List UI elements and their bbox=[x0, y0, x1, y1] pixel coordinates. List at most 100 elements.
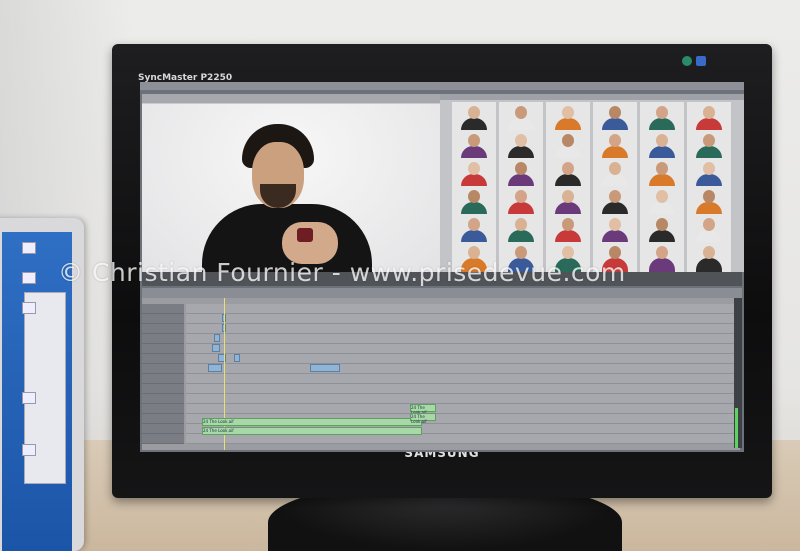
clip-browser[interactable] bbox=[440, 94, 744, 272]
clip-thumbnail[interactable] bbox=[499, 186, 543, 216]
phone bbox=[297, 228, 313, 242]
clip-thumbnail[interactable] bbox=[452, 214, 496, 244]
track-header[interactable] bbox=[142, 304, 184, 314]
energy-star-badge bbox=[682, 56, 692, 66]
video-clip[interactable] bbox=[310, 364, 340, 372]
app-menubar bbox=[140, 82, 744, 90]
clip-thumbnail[interactable] bbox=[499, 102, 543, 132]
track-header[interactable] bbox=[142, 334, 184, 344]
video-clip[interactable] bbox=[234, 354, 240, 362]
clip-thumbnail[interactable] bbox=[687, 130, 731, 160]
clip-thumbnail[interactable] bbox=[452, 130, 496, 160]
track-header[interactable] bbox=[142, 424, 184, 434]
thumbnail-person-head bbox=[515, 162, 527, 175]
thumbnail-person-head bbox=[656, 190, 668, 203]
audio-clip[interactable]: 24 The Look.aif bbox=[202, 427, 422, 435]
clip-thumbnail[interactable] bbox=[687, 102, 731, 132]
clip-thumbnail[interactable] bbox=[640, 130, 684, 160]
track-lane[interactable] bbox=[186, 394, 736, 404]
thumbnail-person-head bbox=[609, 218, 621, 231]
track-header[interactable] bbox=[142, 374, 184, 384]
clip-thumbnail[interactable] bbox=[452, 158, 496, 188]
clip-thumbnail[interactable] bbox=[546, 186, 590, 216]
thumbnail-person-head bbox=[609, 190, 621, 203]
timeline-tabs[interactable] bbox=[142, 288, 742, 298]
track-header[interactable] bbox=[142, 384, 184, 394]
clip-thumbnail[interactable] bbox=[687, 242, 731, 272]
track-header[interactable] bbox=[142, 434, 184, 444]
clip-thumbnail[interactable] bbox=[640, 102, 684, 132]
thumbnail-person-head bbox=[703, 190, 715, 203]
track-lane[interactable] bbox=[186, 314, 736, 324]
thumbnail-person-head bbox=[468, 106, 480, 119]
thumbnail-person-head bbox=[656, 218, 668, 231]
video-clip[interactable] bbox=[214, 334, 220, 342]
track-lane[interactable] bbox=[186, 434, 736, 444]
desktop-drive-icon bbox=[22, 272, 36, 284]
track-header[interactable] bbox=[142, 414, 184, 424]
track-lane[interactable] bbox=[186, 384, 736, 394]
clip-thumbnail[interactable] bbox=[640, 186, 684, 216]
audio-clip[interactable]: 24 The Look.aif bbox=[202, 418, 422, 426]
clip-thumbnail[interactable] bbox=[687, 158, 731, 188]
thumbnail-person-head bbox=[562, 162, 574, 175]
clip-thumbnail[interactable] bbox=[452, 102, 496, 132]
browser-title-bar[interactable] bbox=[440, 94, 744, 100]
track-lane[interactable] bbox=[186, 354, 736, 364]
clip-thumbnail[interactable] bbox=[640, 214, 684, 244]
track-header[interactable] bbox=[142, 314, 184, 324]
clip-thumbnail[interactable] bbox=[640, 158, 684, 188]
thumbnail-person-head bbox=[515, 190, 527, 203]
clip-thumbnail[interactable] bbox=[687, 214, 731, 244]
track-header[interactable] bbox=[142, 324, 184, 334]
audio-meter-fill bbox=[735, 408, 738, 448]
viewer-title-bar[interactable] bbox=[142, 94, 440, 103]
track-lane[interactable] bbox=[186, 334, 736, 344]
clip-thumbnail[interactable] bbox=[452, 186, 496, 216]
track-lane[interactable] bbox=[186, 344, 736, 354]
track-header[interactable] bbox=[142, 344, 184, 354]
thumbnail-person-head bbox=[515, 218, 527, 231]
thumbnail-person-head bbox=[656, 134, 668, 147]
thumbnail-person-head bbox=[468, 218, 480, 231]
clip-thumbnail[interactable] bbox=[687, 186, 731, 216]
track-header[interactable] bbox=[142, 394, 184, 404]
thumbnail-person-head bbox=[703, 134, 715, 147]
clip-thumbnail[interactable] bbox=[546, 130, 590, 160]
desktop-app-icon bbox=[22, 444, 36, 456]
track-lane[interactable] bbox=[186, 324, 736, 334]
clip-thumbnail[interactable] bbox=[499, 214, 543, 244]
thumbnail-person-head bbox=[468, 162, 480, 175]
thumbnail-person-head bbox=[609, 162, 621, 175]
track-header[interactable] bbox=[142, 364, 184, 374]
thumbnail-person-head bbox=[703, 218, 715, 231]
clip-thumbnail[interactable] bbox=[499, 130, 543, 160]
clip-thumbnail[interactable] bbox=[593, 102, 637, 132]
audio-clip[interactable]: 24 The Look.aif bbox=[410, 404, 436, 415]
clip-thumbnail[interactable] bbox=[593, 130, 637, 160]
clip-thumbnail[interactable] bbox=[593, 214, 637, 244]
watermark: © Christian Fournier - www.prisedevue.co… bbox=[58, 258, 626, 287]
track-lane[interactable] bbox=[186, 364, 736, 374]
thumbnail-person-head bbox=[609, 106, 621, 119]
track-header[interactable] bbox=[142, 354, 184, 364]
clip-thumbnail[interactable] bbox=[593, 186, 637, 216]
thumbnail-person-head bbox=[468, 134, 480, 147]
audio-clip[interactable]: 24 The Look.aif bbox=[410, 413, 436, 424]
track-lane[interactable] bbox=[186, 374, 736, 384]
track-lane[interactable] bbox=[186, 304, 736, 314]
video-clip[interactable] bbox=[208, 364, 222, 372]
clip-thumbnail[interactable] bbox=[546, 102, 590, 132]
desktop-folder-icon bbox=[22, 302, 36, 314]
clip-thumbnail[interactable] bbox=[593, 158, 637, 188]
viewer-window[interactable] bbox=[142, 94, 440, 274]
thumbnail-person-head bbox=[468, 190, 480, 203]
clip-thumbnail[interactable] bbox=[499, 158, 543, 188]
clip-thumbnail[interactable] bbox=[640, 242, 684, 272]
audio-meters bbox=[734, 298, 742, 448]
clip-thumbnail[interactable] bbox=[546, 214, 590, 244]
track-lane[interactable] bbox=[186, 404, 736, 414]
video-clip[interactable] bbox=[212, 344, 220, 352]
track-header[interactable] bbox=[142, 404, 184, 414]
clip-thumbnail[interactable] bbox=[546, 158, 590, 188]
